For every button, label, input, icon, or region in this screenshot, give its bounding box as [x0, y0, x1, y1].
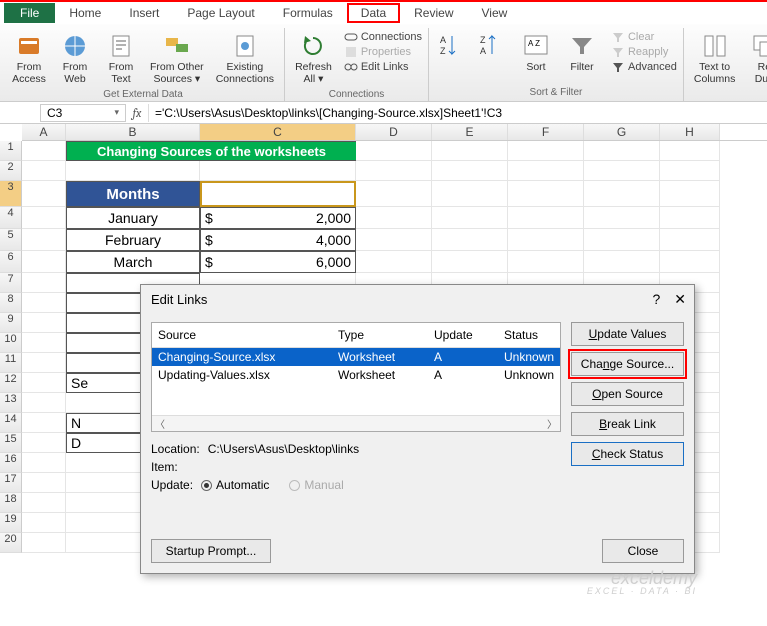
filter-button[interactable]: Filter	[561, 30, 603, 76]
change-source-button[interactable]: Change Source...	[571, 352, 684, 376]
edit-links-dialog: Edit Links ? ✕ SourceTypeUpdateStatus Cha…	[140, 284, 695, 574]
svg-text:A: A	[480, 46, 486, 56]
ribbon-tabs: File Home Insert Page Layout Formulas Da…	[0, 0, 767, 24]
clear-icon	[611, 30, 625, 44]
svg-text:Z: Z	[480, 35, 486, 45]
startup-prompt-button[interactable]: Startup Prompt...	[151, 539, 271, 563]
sort-az-button[interactable]: AZ	[435, 30, 471, 62]
cell-c3[interactable]: Sales by Bob	[200, 181, 356, 207]
ribbon: From Access From Web From Text From Othe…	[0, 24, 767, 102]
location-value: C:\Users\Asus\Desktop\links	[208, 440, 359, 458]
props-icon	[344, 45, 358, 59]
properties-button[interactable]: Properties	[344, 45, 422, 59]
connection-icon	[231, 32, 259, 60]
svg-text:A: A	[440, 35, 446, 45]
svg-text:Z: Z	[440, 46, 446, 56]
update-values-button[interactable]: Update Values	[571, 322, 684, 346]
sort-icon: A Z	[522, 32, 550, 60]
dup-icon	[750, 32, 767, 60]
check-status-button[interactable]: Check Status	[571, 442, 684, 466]
name-box[interactable]: C3	[40, 104, 126, 122]
group-label: Sort & Filter	[530, 85, 583, 101]
close-icon[interactable]: ✕	[674, 291, 686, 308]
tab-home[interactable]: Home	[55, 3, 115, 23]
textfile-icon	[107, 32, 135, 60]
refresh-icon	[299, 32, 327, 60]
advanced-icon	[611, 60, 625, 74]
group-connections: Refresh All ▾ Connections Properties Edi…	[285, 28, 429, 101]
table-cell[interactable]: March	[66, 251, 200, 273]
help-button[interactable]: ?	[652, 291, 660, 308]
table-cell[interactable]: $4,000	[200, 229, 356, 251]
list-header: SourceTypeUpdateStatus	[152, 323, 560, 348]
reapply-icon	[611, 45, 625, 59]
table-cell[interactable]: $2,000	[200, 207, 356, 229]
svg-text:A Z: A Z	[528, 39, 540, 48]
automatic-radio[interactable]: Automatic	[201, 476, 269, 494]
globe-icon	[61, 32, 89, 60]
banner: Changing Sources of the worksheets	[66, 141, 356, 161]
dialog-title: Edit Links	[151, 292, 207, 307]
table-cell[interactable]: $6,000	[200, 251, 356, 273]
links-listbox[interactable]: SourceTypeUpdateStatus Changing-Source.x…	[151, 322, 561, 432]
from-text-button[interactable]: From Text	[100, 30, 142, 87]
chain-icon	[344, 60, 358, 74]
tab-review[interactable]: Review	[400, 3, 467, 23]
list-item[interactable]: Changing-Source.xlsxWorksheetAUnknown	[152, 348, 560, 366]
refresh-all-button[interactable]: Refresh All ▾	[291, 30, 336, 87]
sort-za-button[interactable]: ZA	[475, 30, 511, 62]
database-icon	[15, 32, 43, 60]
tab-formulas[interactable]: Formulas	[269, 3, 347, 23]
from-web-button[interactable]: From Web	[54, 30, 96, 87]
reapply-button[interactable]: Reapply	[611, 45, 677, 59]
text-to-columns-button[interactable]: Text to Columns	[690, 30, 739, 87]
group-sort-filter: AZ ZA A ZSort Filter Clear Reapply Advan…	[429, 28, 684, 101]
existing-conn-button[interactable]: Existing Connections	[212, 30, 278, 87]
connections-button[interactable]: Connections	[344, 30, 422, 44]
from-access-button[interactable]: From Access	[8, 30, 50, 87]
sources-icon	[163, 32, 191, 60]
group-data-tools: Text to Columns Re Dup	[684, 28, 767, 101]
advanced-button[interactable]: Advanced	[611, 60, 677, 74]
close-button[interactable]: Close	[602, 539, 684, 563]
horizontal-scrollbar[interactable]: 〈〉	[152, 415, 560, 431]
watermark: exceldemyEXCEL · DATA · BI	[587, 569, 697, 596]
remove-dup-button[interactable]: Re Dup	[743, 30, 767, 87]
formula-bar: C3 fx ='C:\Users\Asus\Desktop\links\[Cha…	[0, 102, 767, 124]
group-label: Get External Data	[103, 87, 182, 103]
tab-pagelayout[interactable]: Page Layout	[173, 3, 268, 23]
break-link-button[interactable]: Break Link	[571, 412, 684, 436]
open-source-button[interactable]: Open Source	[571, 382, 684, 406]
header-months: Months	[66, 181, 200, 207]
from-other-button[interactable]: From Other Sources ▾	[146, 30, 208, 87]
formula-input[interactable]: ='C:\Users\Asus\Desktop\links\[Changing-…	[148, 104, 767, 122]
edit-links-button[interactable]: Edit Links	[344, 60, 422, 74]
column-headers[interactable]: ABCDEFGH	[22, 124, 767, 141]
manual-radio[interactable]: Manual	[289, 476, 343, 494]
table-cell[interactable]: January	[66, 207, 200, 229]
clear-button[interactable]: Clear	[611, 30, 677, 44]
funnel-icon	[568, 32, 596, 60]
group-label: Connections	[329, 87, 385, 103]
tab-file[interactable]: File	[4, 3, 55, 23]
tab-insert[interactable]: Insert	[115, 3, 173, 23]
sort-asc-icon: AZ	[439, 32, 467, 60]
list-item[interactable]: Updating-Values.xlsxWorksheetAUnknown	[152, 366, 560, 384]
tab-view[interactable]: View	[468, 3, 522, 23]
link-icon	[344, 30, 358, 44]
tab-data[interactable]: Data	[347, 3, 400, 23]
sort-button[interactable]: A ZSort	[515, 30, 557, 76]
table-cell[interactable]: February	[66, 229, 200, 251]
sort-desc-icon: ZA	[479, 32, 507, 60]
fx-icon[interactable]: fx	[126, 106, 148, 120]
columns-icon	[701, 32, 729, 60]
group-external-data: From Access From Web From Text From Othe…	[2, 28, 285, 101]
